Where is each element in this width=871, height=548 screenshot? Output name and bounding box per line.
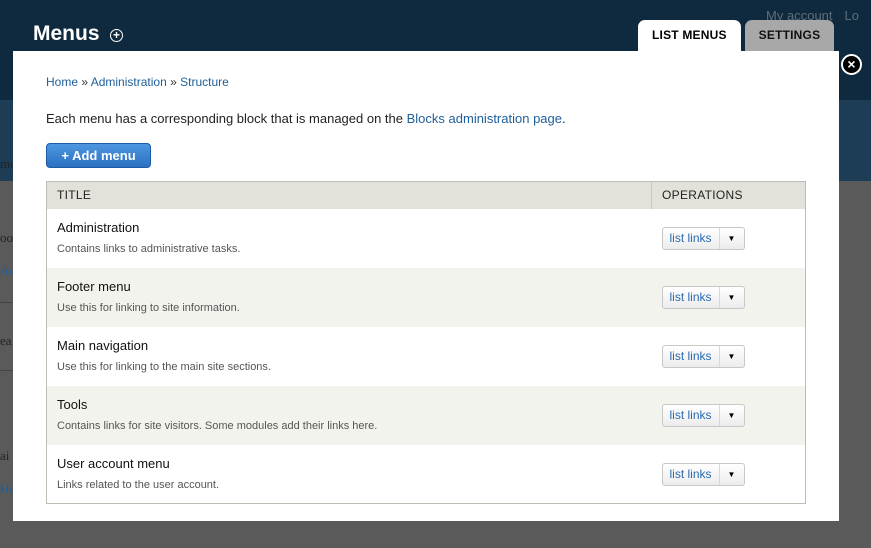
menu-title: User account menu xyxy=(57,455,170,471)
breadcrumb-structure[interactable]: Structure xyxy=(180,75,229,89)
table-row: Footer menu Use this for linking to site… xyxy=(46,267,806,327)
menu-description: Contains links to administrative tasks. xyxy=(57,242,241,255)
table-header-row: TITLE OPERATIONS xyxy=(46,181,806,209)
breadcrumb-home[interactable]: Home xyxy=(46,75,78,89)
chevron-down-icon[interactable]: ▼ xyxy=(720,346,744,367)
tab-list-menus[interactable]: LIST MENUS xyxy=(638,20,741,51)
menus-table: TITLE OPERATIONS Administration Contains… xyxy=(46,181,806,504)
table-row: Tools Contains links for site visitors. … xyxy=(46,385,806,445)
column-header-operations: OPERATIONS xyxy=(651,181,806,209)
operations-dropbutton: list links ▼ xyxy=(661,285,745,309)
table-row: Administration Contains links to adminis… xyxy=(47,209,806,268)
intro-text: Each menu has a corresponding block that… xyxy=(46,111,566,126)
close-icon[interactable]: × xyxy=(841,54,862,75)
background-divider xyxy=(0,370,14,371)
breadcrumb-administration[interactable]: Administration xyxy=(91,75,167,89)
background-fragment: me xyxy=(0,156,14,171)
menu-title: Main navigation xyxy=(57,337,149,353)
operations-dropbutton: list links ▼ xyxy=(661,226,745,250)
background-divider xyxy=(0,302,14,303)
page-title: Menus xyxy=(33,22,100,45)
background-fragment: Ho xyxy=(0,481,14,496)
column-header-title: TITLE xyxy=(57,188,92,203)
intro-text-before: Each menu has a corresponding block that… xyxy=(46,111,407,126)
menu-title: Footer menu xyxy=(57,278,131,294)
chevron-down-icon[interactable]: ▼ xyxy=(720,464,744,485)
list-links-button[interactable]: list links xyxy=(663,286,720,308)
overlay-content: Home » Administration » Structure Each m… xyxy=(13,51,839,521)
menu-description: Contains links for site visitors. Some m… xyxy=(57,419,378,432)
background-fragment: Ad xyxy=(0,263,14,278)
breadcrumb-separator: » xyxy=(170,75,177,89)
operations-dropbutton: list links ▼ xyxy=(661,344,745,368)
background-fragment: oo xyxy=(0,230,13,245)
chevron-down-icon[interactable]: ▼ xyxy=(720,228,744,249)
background-fragment: ai xyxy=(0,448,10,463)
table-row: User account menu Links related to the u… xyxy=(47,445,806,504)
add-menu-button[interactable]: + Add menu xyxy=(46,143,151,168)
menu-title: Administration xyxy=(57,219,140,235)
background-fragment: ea xyxy=(0,333,12,348)
menu-description: Links related to the user account. xyxy=(57,478,220,491)
background-logout-link: Lo xyxy=(844,8,859,23)
breadcrumb-separator: » xyxy=(81,75,89,89)
menu-description: Use this for linking to site information… xyxy=(57,301,240,314)
breadcrumb: Home » Administration » Structure xyxy=(46,75,229,89)
menu-title: Tools xyxy=(57,396,88,412)
intro-text-after: . xyxy=(561,111,566,126)
blocks-admin-link[interactable]: Blocks administration page xyxy=(407,111,562,126)
table-row: Main navigation Use this for linking to … xyxy=(47,327,806,386)
tab-settings[interactable]: SETTINGS xyxy=(744,20,835,51)
list-links-button[interactable]: list links xyxy=(663,345,720,367)
primary-tabs: LIST MENUS SETTINGS xyxy=(638,20,838,51)
menu-description: Use this for linking to the main site se… xyxy=(57,360,271,373)
operations-dropbutton: list links ▼ xyxy=(661,403,745,427)
list-links-button[interactable]: list links xyxy=(663,463,720,485)
chevron-down-icon[interactable]: ▼ xyxy=(720,405,744,426)
list-links-button[interactable]: list links xyxy=(663,227,720,249)
add-shortcut-icon[interactable]: + xyxy=(110,29,123,42)
operations-dropbutton: list links ▼ xyxy=(661,462,745,486)
chevron-down-icon[interactable]: ▼ xyxy=(720,287,744,308)
list-links-button[interactable]: list links xyxy=(663,404,720,426)
